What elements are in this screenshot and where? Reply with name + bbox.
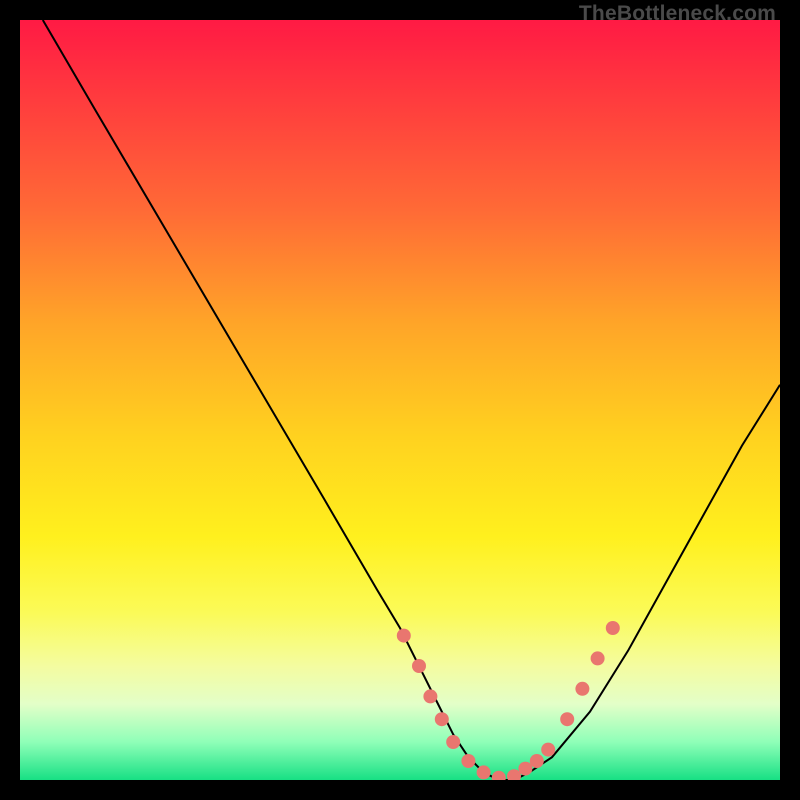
data-marker [397,629,411,643]
data-marker [530,754,544,768]
data-marker [492,771,506,780]
data-marker [560,712,574,726]
data-marker [446,735,460,749]
data-marker [591,651,605,665]
data-marker [477,765,491,779]
data-marker [423,689,437,703]
chart-frame: TheBottleneck.com [0,0,800,800]
curve-svg [20,20,780,780]
data-marker [518,762,532,776]
data-marker [575,682,589,696]
data-marker [435,712,449,726]
data-marker [606,621,620,635]
marker-group [397,621,620,780]
data-marker [541,743,555,757]
data-marker [461,754,475,768]
plot-area [20,20,780,780]
bottleneck-curve [43,20,780,780]
data-marker [412,659,426,673]
watermark-text: TheBottleneck.com [579,2,776,26]
